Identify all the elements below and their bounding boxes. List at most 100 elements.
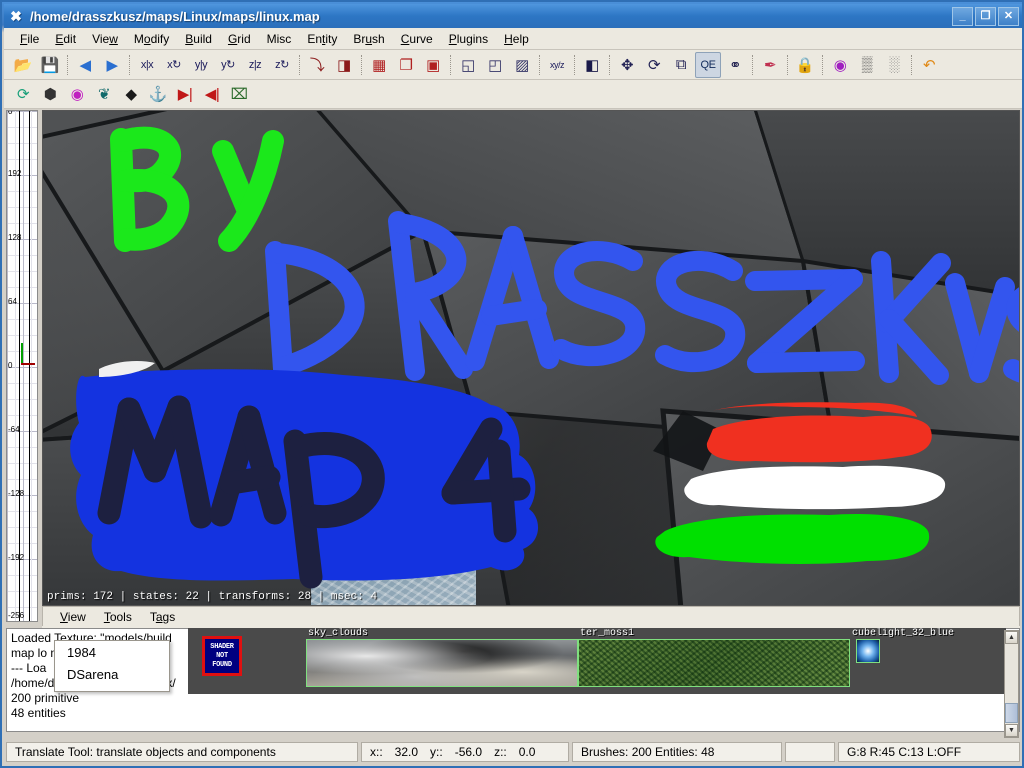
menu-item-entity[interactable]: Entity xyxy=(299,30,345,48)
select-inside-icon[interactable]: ▣ xyxy=(420,52,446,78)
console-line: 48 entities xyxy=(11,706,1015,721)
toolbar-separator xyxy=(361,55,363,75)
texture-axis-icon[interactable]: xy/z xyxy=(544,52,570,78)
menu-item-edit[interactable]: Edit xyxy=(47,30,84,48)
menu-item-misc[interactable]: Misc xyxy=(259,30,300,48)
texmenu-item-tools[interactable]: Tools xyxy=(95,609,141,625)
show-models-icon[interactable]: ◆ xyxy=(118,81,144,107)
csg-merge-icon[interactable]: ◰ xyxy=(482,52,508,78)
move-tool-icon[interactable]: ✥ xyxy=(614,52,640,78)
rotate-x-icon[interactable]: x↻ xyxy=(161,52,187,78)
refresh-models-icon[interactable]: ⟳ xyxy=(10,81,36,107)
grid-tick-label: -64 xyxy=(8,425,20,434)
scroll-up-arrow[interactable]: ▲ xyxy=(1005,631,1018,644)
lock-textures-icon[interactable]: 🔒 xyxy=(792,52,818,78)
grid-hline xyxy=(7,191,37,192)
texture-swatch-sky_clouds[interactable] xyxy=(306,639,578,687)
select-touching-icon[interactable]: ❐ xyxy=(393,52,419,78)
menu-item-brush[interactable]: Brush xyxy=(345,30,392,48)
caulk-tool-icon[interactable]: ◨ xyxy=(331,52,357,78)
no-draw-icon[interactable]: ⌧ xyxy=(226,81,252,107)
toolbar-separator xyxy=(450,55,452,75)
texture-browser-scrollbar[interactable]: ▲ ▼ xyxy=(1004,630,1019,738)
close-button[interactable]: ✕ xyxy=(998,7,1019,26)
mirror-vertical-icon[interactable]: ◀| xyxy=(199,81,225,107)
texmenu-item-tags[interactable]: Tags xyxy=(141,609,184,625)
flip-y-icon[interactable]: y|y xyxy=(188,52,214,78)
clipper-tool-icon[interactable]: ⤵ xyxy=(304,52,330,78)
brush-primitive-icon[interactable]: ⬢ xyxy=(37,81,63,107)
texture-swatch-shader_not_found[interactable]: SHADERNOTFOUND xyxy=(202,636,242,676)
flip-x-icon[interactable]: x|x xyxy=(134,52,160,78)
status-coordinates: x:: 32.0 y:: -56.0 z:: 0.0 xyxy=(361,742,569,762)
lighting-mode-icon-glyph: ◧ xyxy=(585,56,599,74)
menu-item-grid[interactable]: Grid xyxy=(220,30,259,48)
previous-brush-icon[interactable]: ◀ xyxy=(72,52,98,78)
clipper-tool-icon-glyph: ⤵ xyxy=(310,54,325,75)
toolbar-separator xyxy=(822,55,824,75)
menu-item-modify[interactable]: Modify xyxy=(126,30,177,48)
menu-item-plugins[interactable]: Plugins xyxy=(441,30,496,48)
xz-grid-view[interactable]: 0192128640-64-128-192-256 xyxy=(6,110,38,622)
open-file-icon[interactable]: 📂 xyxy=(10,52,36,78)
show-curves-icon[interactable]: ◉ xyxy=(64,81,90,107)
rotate-z-icon[interactable]: z↻ xyxy=(269,52,295,78)
grid-tick-label: 128 xyxy=(8,233,21,242)
dropdown-item-1984[interactable]: 1984 xyxy=(55,641,169,663)
rotate-tool-icon[interactable]: ⟳ xyxy=(641,52,667,78)
mirror-horizontal-icon[interactable]: ▶| xyxy=(172,81,198,107)
bobtoolz-icon[interactable]: ✒ xyxy=(757,52,783,78)
grid-tick-label: 0 xyxy=(8,361,12,370)
menu-item-file[interactable]: File xyxy=(12,30,47,48)
coord-y-label: y:: xyxy=(430,745,443,759)
menu-item-help[interactable]: Help xyxy=(496,30,537,48)
grid-hline xyxy=(7,607,37,608)
undo-icon[interactable]: ↶ xyxy=(916,52,942,78)
grid-tick-label: -128 xyxy=(8,489,24,498)
menu-item-build[interactable]: Build xyxy=(177,30,220,48)
status-counts: Brushes: 200 Entities: 48 xyxy=(572,742,782,762)
texture-entry-ter_moss1[interactable]: ter_moss1 xyxy=(578,628,850,694)
rotate-x-icon-glyph: x↻ xyxy=(167,58,181,71)
dropdown-item-dsarena[interactable]: DSarena xyxy=(55,663,169,685)
show-entities-icon[interactable]: ⚓ xyxy=(145,81,171,107)
undo-icon-glyph: ↶ xyxy=(923,56,935,74)
console-window-icon[interactable]: ░ xyxy=(881,52,907,78)
scrollbar-thumb[interactable] xyxy=(1005,703,1018,723)
entity-connect-icon[interactable]: ⚭ xyxy=(722,52,748,78)
texture-name-label: cubelight_32_blue xyxy=(852,628,954,639)
save-file-icon[interactable]: 💾 xyxy=(37,52,63,78)
scale-tool-icon[interactable]: ⧉ xyxy=(668,52,694,78)
rotate-y-icon[interactable]: y↻ xyxy=(215,52,241,78)
texture-entry-sky_clouds[interactable]: sky_clouds xyxy=(306,628,578,694)
camera-view[interactable]: prims: 172 | states: 22 | transforms: 28… xyxy=(42,110,1020,606)
texture-swatch-ter_moss1[interactable] xyxy=(578,639,850,687)
texture-window-icon[interactable]: ◉ xyxy=(827,52,853,78)
texture-browser[interactable]: SHADERNOTFOUND sky_cloudster_moss1cubelig… xyxy=(188,628,1006,694)
grid-tick-label: 64 xyxy=(8,297,17,306)
texture-set-dropdown[interactable]: 1984DSarena xyxy=(54,640,170,692)
menu-item-curve[interactable]: Curve xyxy=(393,30,441,48)
menu-item-view[interactable]: View xyxy=(84,30,126,48)
texture-entry-cubelight_32_blue[interactable]: cubelight_32_blue xyxy=(850,628,1006,694)
csg-subtract-icon[interactable]: ◱ xyxy=(455,52,481,78)
scroll-down-arrow[interactable]: ▼ xyxy=(1005,724,1018,737)
csg-hollow-icon[interactable]: ▨ xyxy=(509,52,535,78)
flip-z-icon[interactable]: z|z xyxy=(242,52,268,78)
status-tool-text: Translate Tool: translate objects and co… xyxy=(6,742,358,762)
x-window-icon: ✖ xyxy=(7,7,25,25)
maximize-button[interactable]: ❐ xyxy=(975,7,996,26)
texmenu-item-view[interactable]: View xyxy=(51,609,95,625)
move-tool-icon-glyph: ✥ xyxy=(621,56,633,74)
ice-texture-patch xyxy=(311,421,476,606)
select-complete-tall-icon[interactable]: ▦ xyxy=(366,52,392,78)
show-details-icon[interactable]: ❦ xyxy=(91,81,117,107)
texture-swatch-cubelight_32_blue[interactable] xyxy=(856,639,880,663)
grid-hline xyxy=(7,511,37,512)
minimize-button[interactable]: _ xyxy=(952,7,973,26)
next-brush-icon[interactable]: ▶ xyxy=(99,52,125,78)
entity-window-icon[interactable]: ▒ xyxy=(854,52,880,78)
lighting-mode-icon[interactable]: ◧ xyxy=(579,52,605,78)
texture-entry-shader_not_found[interactable]: SHADERNOTFOUND xyxy=(188,628,306,694)
qe-tool-button[interactable]: QE xyxy=(695,52,721,78)
